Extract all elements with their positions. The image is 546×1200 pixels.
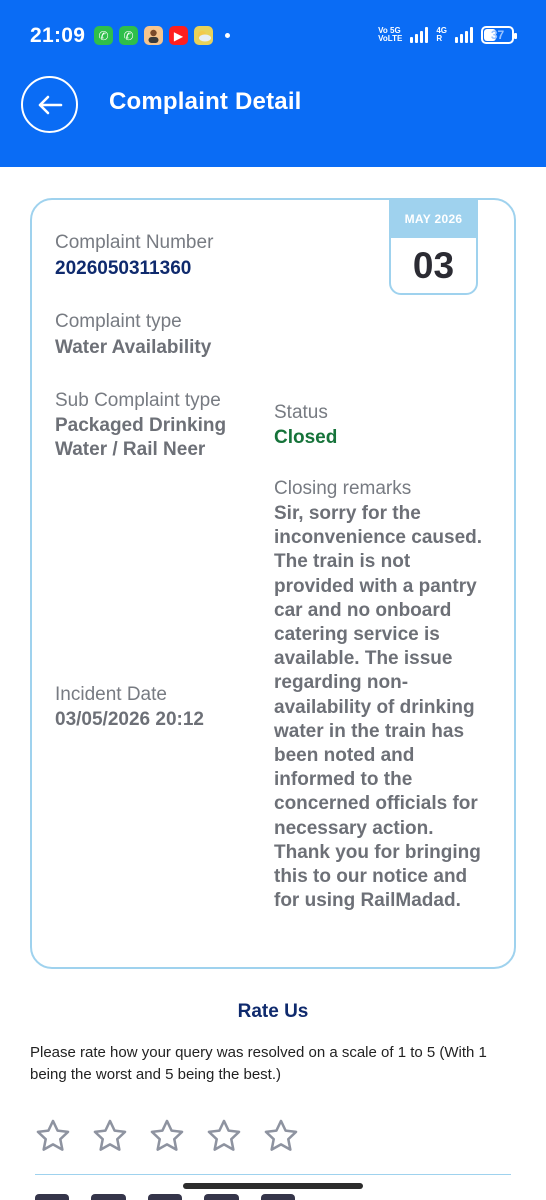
star-2-icon[interactable]: [91, 1117, 129, 1155]
arrow-left-icon: [38, 95, 62, 114]
sub-complaint-type-line2: Water / Rail Neer: [55, 439, 206, 460]
date-month: MAY 2026: [391, 200, 476, 238]
lte-indicator: 4G R: [436, 26, 447, 43]
signal-2-icon: [455, 27, 473, 43]
app-root: 21:09 ✆ ✆ ▶ Vo 5G VoLTE 4G R 37 Complain…: [0, 0, 546, 1200]
section-divider: [35, 1174, 511, 1175]
star-1-icon[interactable]: [34, 1117, 72, 1155]
weather-icon: [194, 26, 213, 45]
volte-indicator: Vo 5G VoLTE: [378, 26, 403, 43]
signal-1-icon: [410, 27, 429, 43]
star-5-icon[interactable]: [262, 1117, 300, 1155]
whatsapp-icon: ✆: [119, 26, 138, 45]
battery-icon: 37: [481, 26, 517, 44]
sub-complaint-type-line1: Packaged Drinking: [55, 415, 227, 436]
network-indicators: Vo 5G VoLTE 4G R 37: [378, 26, 517, 44]
status-label: Status: [274, 402, 328, 423]
more-notifications-dot: [225, 33, 230, 38]
youtube-icon: ▶: [169, 26, 188, 45]
whatsapp-icon: ✆: [94, 26, 113, 45]
sub-complaint-type-label: Sub Complaint type: [55, 390, 221, 411]
back-button[interactable]: [21, 76, 78, 133]
closing-remarks-label: Closing remarks: [274, 478, 412, 499]
date-badge: MAY 2026 03: [389, 198, 478, 295]
complaint-type: Water Availability: [55, 337, 212, 358]
incident-date-label: Incident Date: [55, 684, 167, 705]
star-rating: [34, 1117, 300, 1155]
date-day: 03: [412, 244, 455, 286]
incident-date: 03/05/2026 20:12: [55, 709, 204, 730]
rate-us-title: Rate Us: [237, 1001, 309, 1022]
app-header: 21:09 ✆ ✆ ▶ Vo 5G VoLTE 4G R 37 Complain…: [0, 0, 546, 167]
notification-icons: ✆ ✆ ▶: [94, 26, 230, 45]
rate-us-description: Please rate how your query was resolved …: [30, 1044, 487, 1083]
complaint-type-label: Complaint type: [55, 311, 182, 332]
complaint-number: 2026050311360: [55, 258, 192, 279]
page-title: Complaint Detail: [109, 88, 302, 115]
home-indicator[interactable]: [183, 1183, 363, 1189]
complaint-number-label: Complaint Number: [55, 232, 214, 253]
closing-remarks: Sir, sorry for the inconvenience caused.…: [274, 503, 483, 912]
avatar-icon: [144, 26, 163, 45]
complaint-card: MAY 2026 03 Complaint Number 20260503113…: [30, 198, 516, 969]
status-value: Closed: [274, 427, 338, 448]
status-bar: 21:09 ✆ ✆ ▶ Vo 5G VoLTE 4G R 37: [0, 0, 546, 72]
star-4-icon[interactable]: [205, 1117, 243, 1155]
partially-visible-content: [35, 1194, 296, 1200]
status-time: 21:09: [30, 24, 86, 47]
star-3-icon[interactable]: [148, 1117, 186, 1155]
